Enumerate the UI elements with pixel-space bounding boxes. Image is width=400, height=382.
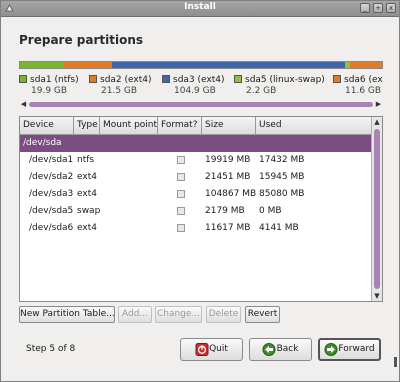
type-cell: ext4 bbox=[77, 223, 97, 233]
legend-size: 19.9 GB bbox=[31, 86, 68, 96]
format-checkbox[interactable] bbox=[177, 207, 185, 215]
type-cell: ext4 bbox=[77, 189, 97, 199]
window-title: Install bbox=[184, 2, 216, 12]
legend-swatch bbox=[19, 75, 27, 83]
column-header-size[interactable]: Size bbox=[202, 117, 256, 134]
device-cell: /dev/sda5 bbox=[29, 206, 74, 216]
type-cell: swap bbox=[77, 206, 101, 216]
revert-button[interactable]: Revert bbox=[245, 306, 280, 323]
table-row[interactable]: /dev/sda3 ext4 104867 MB 85080 MB bbox=[20, 186, 372, 203]
partition-segment-sda6 bbox=[350, 62, 382, 68]
column-header-type[interactable]: Type bbox=[74, 117, 100, 134]
size-cell: 21451 MB bbox=[205, 172, 251, 182]
legend-label: sda5 (linux-swap) bbox=[245, 75, 325, 85]
size-cell: 19919 MB bbox=[205, 155, 251, 165]
legend-item-sda5: sda5 (linux-swap) 2.2 GB bbox=[234, 75, 325, 96]
legend-size: 104.9 GB bbox=[174, 86, 216, 96]
legend-size: 2.2 GB bbox=[246, 86, 277, 96]
partition-segment-sda2 bbox=[64, 62, 112, 68]
used-cell: 17432 MB bbox=[259, 155, 305, 165]
disk-name: /dev/sda bbox=[23, 138, 62, 148]
device-cell: /dev/sda6 bbox=[29, 223, 74, 233]
legend-swatch bbox=[333, 75, 341, 83]
table-scrollbar[interactable]: ▲ ▼ bbox=[371, 117, 382, 301]
title-bar[interactable]: Install _ + x bbox=[1, 1, 399, 17]
partition-segment-sda1 bbox=[20, 62, 65, 68]
format-checkbox[interactable] bbox=[177, 173, 185, 181]
legend-item-sda2: sda2 (ext4) 21.5 GB bbox=[89, 75, 152, 96]
close-button[interactable]: x bbox=[386, 3, 396, 13]
forward-label: Forward bbox=[338, 344, 375, 354]
type-cell: ntfs bbox=[77, 155, 95, 165]
scroll-up-arrow-icon[interactable]: ▲ bbox=[372, 117, 382, 127]
column-header-format[interactable]: Format? bbox=[158, 117, 202, 134]
table-row[interactable]: /dev/sda1 ntfs 19919 MB 17432 MB bbox=[20, 152, 372, 169]
quit-label: Quit bbox=[209, 344, 228, 354]
used-cell: 4141 MB bbox=[259, 223, 299, 233]
disk-row[interactable]: /dev/sda bbox=[20, 135, 372, 152]
back-label: Back bbox=[276, 344, 299, 354]
new-partition-table-button[interactable]: New Partition Table... bbox=[19, 306, 115, 323]
add-button[interactable]: Add... bbox=[118, 306, 152, 323]
used-cell: 85080 MB bbox=[259, 189, 305, 199]
type-cell: ext4 bbox=[77, 172, 97, 182]
change-button[interactable]: Change... bbox=[155, 306, 202, 323]
device-cell: /dev/sda3 bbox=[29, 189, 74, 199]
legend-item-sda3: sda3 (ext4) 104.9 GB bbox=[162, 75, 225, 96]
device-cell: /dev/sda1 bbox=[29, 155, 74, 165]
scroll-left-arrow-icon[interactable]: ◀ bbox=[19, 100, 28, 109]
device-cell: /dev/sda2 bbox=[29, 172, 74, 182]
size-cell: 2179 MB bbox=[205, 206, 245, 216]
scrollbar-thumb[interactable] bbox=[29, 102, 373, 107]
maximize-button[interactable]: + bbox=[373, 3, 383, 13]
column-header-device[interactable]: Device bbox=[20, 117, 74, 134]
legend-swatch bbox=[162, 75, 170, 83]
forward-button[interactable]: Forward bbox=[318, 338, 381, 361]
page-title: Prepare partitions bbox=[19, 33, 144, 47]
legend-item-sda6: sda6 (ext4 11.6 GB bbox=[333, 75, 383, 96]
format-checkbox[interactable] bbox=[177, 224, 185, 232]
resize-grip[interactable] bbox=[394, 357, 397, 367]
legend-size: 11.6 GB bbox=[345, 86, 382, 96]
legend-swatch bbox=[89, 75, 97, 83]
legend-label: sda6 (ext4 bbox=[344, 75, 383, 85]
table-row[interactable]: /dev/sda5 swap 2179 MB 0 MB bbox=[20, 203, 372, 220]
format-checkbox[interactable] bbox=[177, 156, 185, 164]
table-row[interactable]: /dev/sda6 ext4 11617 MB 4141 MB bbox=[20, 220, 372, 237]
used-cell: 0 MB bbox=[259, 206, 282, 216]
scroll-down-arrow-icon[interactable]: ▼ bbox=[372, 291, 382, 301]
partition-bar bbox=[19, 61, 383, 69]
partition-segment-sda3 bbox=[111, 62, 346, 68]
scrollbar-thumb[interactable] bbox=[374, 129, 380, 289]
legend-label: sda2 (ext4) bbox=[100, 75, 152, 85]
partition-table: Device Type Mount point Format? Size Use… bbox=[19, 116, 383, 302]
table-row[interactable]: /dev/sda2 ext4 21451 MB 15945 MB bbox=[20, 169, 372, 186]
column-header-mount-point[interactable]: Mount point bbox=[100, 117, 158, 134]
column-header-used[interactable]: Used bbox=[256, 117, 372, 134]
legend-size: 21.5 GB bbox=[101, 86, 138, 96]
format-checkbox[interactable] bbox=[177, 190, 185, 198]
quit-button[interactable]: Quit bbox=[180, 338, 243, 361]
size-cell: 104867 MB bbox=[205, 189, 257, 199]
size-cell: 11617 MB bbox=[205, 223, 251, 233]
scroll-right-arrow-icon[interactable]: ▶ bbox=[374, 100, 383, 109]
legend-swatch bbox=[234, 75, 242, 83]
legend-label: sda3 (ext4) bbox=[173, 75, 225, 85]
step-indicator: Step 5 of 8 bbox=[26, 344, 76, 354]
used-cell: 15945 MB bbox=[259, 172, 305, 182]
delete-button[interactable]: Delete bbox=[206, 306, 241, 323]
partition-legend: sda1 (ntfs) 19.9 GB sda2 (ext4) 21.5 GB … bbox=[19, 75, 383, 99]
legend-item-sda1: sda1 (ntfs) 19.9 GB bbox=[19, 75, 79, 96]
legend-scrollbar[interactable]: ◀ ▶ bbox=[19, 100, 383, 109]
table-header: Device Type Mount point Format? Size Use… bbox=[20, 117, 372, 135]
legend-label: sda1 (ntfs) bbox=[30, 75, 79, 85]
back-button[interactable]: Back bbox=[249, 338, 312, 361]
install-window: Install _ + x Prepare partitions sda1 (n… bbox=[0, 0, 400, 382]
minimize-button[interactable]: _ bbox=[360, 3, 370, 13]
